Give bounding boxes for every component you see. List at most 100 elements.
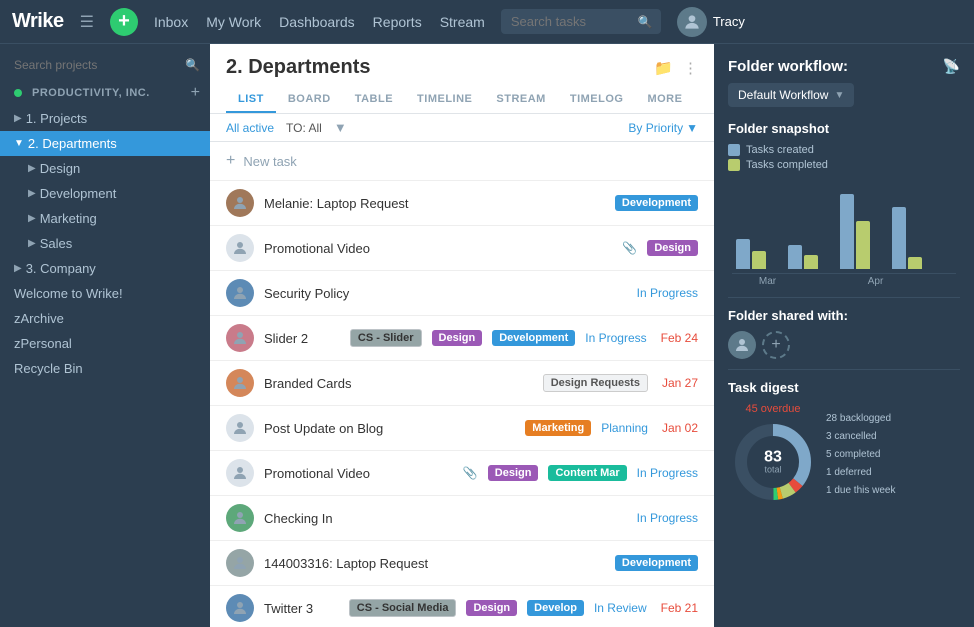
task-tag[interactable]: Development: [492, 330, 575, 346]
task-tag[interactable]: CS - Slider: [350, 329, 422, 347]
table-row[interactable]: Promotional Video 📎 Design: [210, 226, 714, 271]
sidebar-item-recyclebin[interactable]: Recycle Bin 🗑: [0, 356, 210, 381]
filter-to[interactable]: TO: All: [286, 121, 322, 135]
filter-funnel-icon[interactable]: ▼: [334, 120, 347, 135]
tab-board[interactable]: BOARD: [276, 87, 343, 113]
sidebar-item-company[interactable]: ▶ 3. Company: [0, 256, 210, 281]
add-shared-user-button[interactable]: +: [762, 331, 790, 359]
bar-created-3: [892, 207, 906, 269]
task-tag[interactable]: Content Mar: [548, 465, 626, 481]
filter-to-label: TO: All: [286, 121, 322, 135]
sidebar-item-development[interactable]: ▶ Development: [0, 181, 210, 206]
task-status: In Progress: [637, 286, 698, 300]
new-task-row[interactable]: + New task: [210, 142, 714, 181]
folder-shared-title: Folder shared with:: [728, 308, 960, 323]
task-tag[interactable]: Design Requests: [543, 374, 648, 392]
sidebar-item-departments[interactable]: ▼ 2. Departments: [0, 131, 210, 156]
add-section-button[interactable]: +: [191, 84, 200, 102]
task-tag[interactable]: Develop: [527, 600, 584, 616]
filter-all-active[interactable]: All active: [226, 121, 274, 135]
task-tag[interactable]: Development: [615, 195, 698, 211]
task-status: In Progress: [585, 331, 646, 345]
sidebar-item-label: zPersonal: [14, 336, 200, 351]
task-status: In Review: [594, 601, 647, 615]
hamburger-menu[interactable]: ☰: [80, 12, 94, 32]
bar-completed-2: [856, 221, 870, 269]
filter-by-priority[interactable]: By Priority ▼: [628, 121, 698, 135]
task-name: Promotional Video: [264, 241, 612, 256]
chevron-icon: ▶: [14, 263, 22, 274]
sidebar-item-zarchive[interactable]: zArchive: [0, 306, 210, 331]
user-area[interactable]: Tracy: [677, 7, 745, 37]
sidebar-item-design[interactable]: ▶ Design: [0, 156, 210, 181]
more-icon[interactable]: ⋮: [683, 59, 698, 77]
table-row[interactable]: Promotional Video 📎 Design Content Mar I…: [210, 451, 714, 496]
tab-table[interactable]: TABLE: [343, 87, 405, 113]
task-tag[interactable]: Design: [488, 465, 539, 481]
task-tag[interactable]: Design: [647, 240, 698, 256]
table-row[interactable]: Branded Cards Design Requests Jan 27: [210, 361, 714, 406]
legend-completed-label: Tasks completed: [746, 159, 828, 171]
x-label-mar: Mar: [759, 276, 776, 287]
task-tag[interactable]: Development: [615, 555, 698, 571]
sidebar-item-label: 2. Departments: [28, 136, 200, 151]
chevron-down-icon: ▼: [686, 121, 698, 135]
search-input[interactable]: [501, 9, 661, 34]
tab-more[interactable]: MORE: [635, 87, 694, 113]
sidebar-search-input[interactable]: [14, 58, 179, 72]
plus-icon: +: [226, 152, 235, 170]
nav-stream[interactable]: Stream: [440, 14, 485, 30]
main-layout: 🔍 PRODUCTIVITY, INC. + ▶ 1. Projects ▼ 2…: [0, 44, 974, 627]
add-button[interactable]: +: [110, 8, 138, 36]
sidebar: 🔍 PRODUCTIVITY, INC. + ▶ 1. Projects ▼ 2…: [0, 44, 210, 627]
table-row[interactable]: Checking In In Progress: [210, 496, 714, 541]
workflow-button[interactable]: Default Workflow ▼: [728, 83, 854, 107]
divider: [728, 297, 960, 298]
task-tag[interactable]: Marketing: [525, 420, 591, 436]
sidebar-item-projects[interactable]: ▶ 1. Projects: [0, 106, 210, 131]
task-date: Feb 24: [661, 331, 698, 345]
nav-dashboards[interactable]: Dashboards: [279, 14, 355, 30]
rss-icon[interactable]: 📡: [943, 58, 960, 75]
nav-mywork[interactable]: My Work: [206, 14, 261, 30]
table-row[interactable]: 144003316: Laptop Request Development: [210, 541, 714, 586]
chart-bars: [732, 179, 956, 269]
section-label: PRODUCTIVITY, INC.: [32, 87, 150, 99]
bar-completed-0: [752, 251, 766, 269]
table-row[interactable]: Melanie: Laptop Request Development: [210, 181, 714, 226]
sidebar-item-sales[interactable]: ▶ Sales: [0, 231, 210, 256]
tab-list[interactable]: LIST: [226, 87, 276, 113]
task-name: Twitter 3: [264, 601, 339, 616]
task-tag[interactable]: Design: [466, 600, 517, 616]
chevron-icon: ▶: [28, 163, 36, 174]
sidebar-item-label: Recycle Bin: [14, 361, 181, 376]
table-row[interactable]: Twitter 3 CS - Social Media Design Devel…: [210, 586, 714, 627]
tab-timeline[interactable]: TIMELINE: [405, 87, 484, 113]
avatar: [226, 594, 254, 622]
rp-header: Folder workflow: 📡: [728, 58, 960, 75]
sidebar-item-marketing[interactable]: ▶ Marketing: [0, 206, 210, 231]
sidebar-search-wrap: 🔍: [0, 54, 210, 80]
table-row[interactable]: Slider 2 CS - Slider Design Development …: [210, 316, 714, 361]
right-panel: Folder workflow: 📡 Default Workflow ▼ Fo…: [714, 44, 974, 627]
tab-timelog[interactable]: TIMELOG: [558, 87, 636, 113]
nav-reports[interactable]: Reports: [373, 14, 422, 30]
table-row[interactable]: Post Update on Blog Marketing Planning J…: [210, 406, 714, 451]
bar-completed-1: [804, 255, 818, 269]
search-icon: 🔍: [638, 15, 653, 29]
task-date: Feb 21: [661, 601, 698, 615]
nav-inbox[interactable]: Inbox: [154, 14, 188, 30]
task-tag[interactable]: CS - Social Media: [349, 599, 457, 617]
sidebar-item-welcome[interactable]: Welcome to Wrike!: [0, 281, 210, 306]
shared-avatar-0[interactable]: [728, 331, 756, 359]
task-tag[interactable]: Design: [432, 330, 483, 346]
task-status: In Progress: [637, 466, 698, 480]
table-row[interactable]: Security Policy In Progress: [210, 271, 714, 316]
avatar: [226, 504, 254, 532]
page-title: 2. Departments: [226, 56, 371, 79]
sidebar-item-zpersonal[interactable]: zPersonal: [0, 331, 210, 356]
folder-icon[interactable]: 📁: [654, 59, 673, 77]
tab-stream[interactable]: STREAM: [484, 87, 557, 113]
avatar: [226, 549, 254, 577]
overdue-label: 45 overdue: [745, 403, 800, 415]
